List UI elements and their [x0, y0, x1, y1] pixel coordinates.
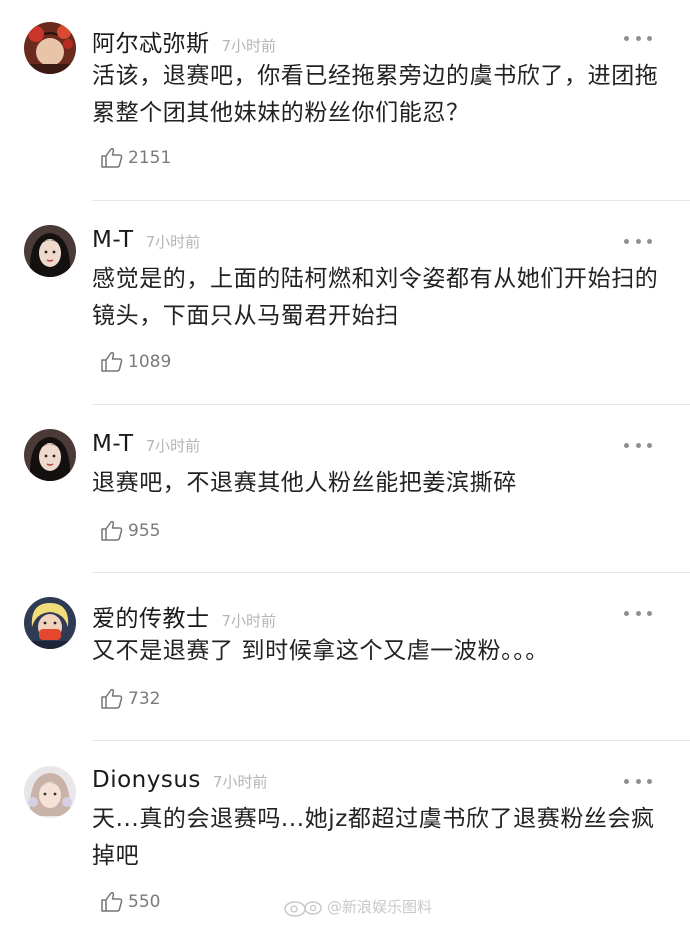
more-dots-icon[interactable] [624, 776, 652, 786]
like-count: 550 [128, 892, 161, 912]
avatar-red-flower-image [24, 22, 76, 74]
divider [92, 572, 690, 573]
like-button[interactable]: 2151 [100, 144, 171, 172]
username[interactable]: M-T [92, 227, 134, 253]
avatar-dark-hair-woman-image [24, 429, 76, 481]
more-dots-icon[interactable] [624, 33, 652, 43]
like-button[interactable]: 732 [100, 685, 160, 713]
timestamp: 7小时前 [212, 773, 268, 791]
comment-text: 退赛吧，不退赛其他人粉丝能把姜滨撕碎 [92, 470, 517, 496]
avatar-blond-masked-image [24, 597, 76, 649]
like-button[interactable]: 1089 [100, 348, 171, 376]
like-button[interactable]: 955 [100, 517, 160, 545]
comment-header: M-T 7小时前 [92, 431, 200, 461]
divider [92, 404, 690, 405]
avatar[interactable] [24, 429, 76, 481]
comment-text: 活该，退赛吧，你看已经拖累旁边的虞书欣了，进团拖累整个团其他妹妹的粉丝你们能忍？ [92, 63, 659, 126]
thumbs-up-icon [101, 351, 123, 372]
timestamp: 7小时前 [145, 437, 201, 455]
thumbs-up-icon [101, 891, 123, 912]
watermark: @新浪娱乐图料 [283, 896, 432, 917]
comment-text: 感觉是的，上面的陆柯燃和刘令姿都有从她们开始扫的镜头，下面只从马蜀君开始扫 [92, 266, 659, 329]
like-count: 2151 [128, 148, 172, 168]
username[interactable]: M-T [92, 431, 134, 457]
comment-header: Dionysus 7小时前 [92, 767, 267, 797]
more-dots-icon[interactable] [624, 236, 652, 246]
like-count: 1089 [128, 352, 172, 372]
avatar-light-hair-girl-image [24, 766, 76, 818]
avatar[interactable] [24, 225, 76, 277]
username[interactable]: 阿尔忒弥斯 [92, 24, 210, 58]
username[interactable]: 爱的传教士 [92, 599, 210, 633]
avatar[interactable] [24, 22, 76, 74]
avatar[interactable] [24, 597, 76, 649]
divider [92, 200, 690, 201]
comment-header: 爱的传教士 7小时前 [92, 599, 277, 632]
timestamp: 7小时前 [221, 37, 277, 55]
like-count: 732 [128, 689, 161, 709]
weibo-logo-icon [284, 900, 322, 917]
more-dots-icon[interactable] [624, 440, 652, 450]
comment-text: 天...真的会退赛吗...她jz都超过虞书欣了退赛粉丝会疯掉吧 [92, 806, 655, 869]
more-dots-icon[interactable] [624, 608, 652, 618]
like-count: 955 [128, 521, 161, 541]
divider [92, 740, 690, 741]
avatar-dark-hair-woman-image [24, 225, 76, 277]
watermark-text: @新浪娱乐图料 [326, 898, 432, 916]
comment-header: 阿尔忒弥斯 7小时前 [92, 24, 277, 57]
timestamp: 7小时前 [145, 233, 201, 251]
timestamp: 7小时前 [221, 612, 277, 630]
thumbs-up-icon [101, 520, 123, 541]
comment-text: 又不是退赛了 到时候拿这个又虐一波粉。。。 [92, 638, 549, 664]
thumbs-up-icon [101, 147, 123, 168]
username[interactable]: Dionysus [92, 767, 201, 793]
avatar[interactable] [24, 766, 76, 818]
comment-header: M-T 7小时前 [92, 227, 200, 257]
like-button[interactable]: 550 [100, 888, 160, 916]
thumbs-up-icon [101, 688, 123, 709]
